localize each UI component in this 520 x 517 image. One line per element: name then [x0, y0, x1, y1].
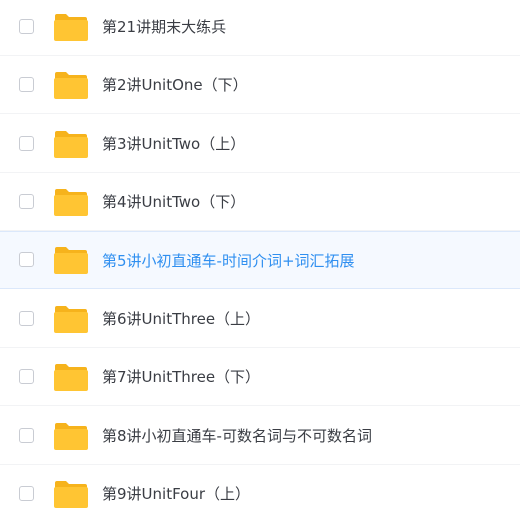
- file-row[interactable]: 第21讲期末大练兵: [0, 0, 520, 56]
- checkbox[interactable]: [19, 427, 34, 443]
- file-name: 第3讲UnitTwo（上）: [102, 135, 246, 153]
- file-row[interactable]: 第5讲小初直通车-时间介词+词汇拓展: [0, 231, 520, 289]
- file-name: 第4讲UnitTwo（下）: [102, 193, 246, 211]
- checkbox[interactable]: [19, 368, 34, 384]
- checkbox[interactable]: [19, 18, 34, 34]
- file-name: 第21讲期末大练兵: [102, 18, 227, 36]
- file-name: 第6讲UnitThree（上）: [102, 310, 261, 328]
- file-list: 第21讲期末大练兵 第2讲UnitOne（下） 第3讲UnitTwo（上） 第4…: [0, 0, 520, 517]
- checkbox[interactable]: [19, 135, 34, 151]
- file-row[interactable]: 第3讲UnitTwo（上）: [0, 115, 520, 173]
- file-row[interactable]: 第8讲小初直通车-可数名词与不可数名词: [0, 407, 520, 465]
- file-name: 第9讲UnitFour（上）: [102, 485, 251, 503]
- checkbox[interactable]: [19, 193, 34, 209]
- folder-icon: [54, 13, 88, 41]
- folder-icon: [54, 130, 88, 158]
- file-name: 第2讲UnitOne（下）: [102, 76, 248, 94]
- file-row[interactable]: 第4讲UnitTwo（下）: [0, 173, 520, 231]
- folder-icon: [54, 305, 88, 333]
- folder-icon: [54, 188, 88, 216]
- folder-icon: [54, 422, 88, 450]
- folder-icon: [54, 481, 88, 508]
- file-name: 第8讲小初直通车-可数名词与不可数名词: [102, 427, 372, 445]
- file-name[interactable]: 第5讲小初直通车-时间介词+词汇拓展: [102, 232, 355, 290]
- folder-icon: [54, 247, 88, 274]
- file-row[interactable]: 第2讲UnitOne（下）: [0, 56, 520, 114]
- file-row[interactable]: 第7讲UnitThree（下）: [0, 348, 520, 406]
- checkbox[interactable]: [19, 252, 34, 267]
- checkbox[interactable]: [19, 76, 34, 92]
- folder-icon: [54, 71, 88, 99]
- file-row[interactable]: 第9讲UnitFour（上）: [0, 465, 520, 517]
- checkbox[interactable]: [19, 310, 34, 326]
- folder-icon: [54, 363, 88, 391]
- file-name: 第7讲UnitThree（下）: [102, 368, 261, 386]
- file-row[interactable]: 第6讲UnitThree（上）: [0, 290, 520, 348]
- checkbox[interactable]: [19, 486, 34, 501]
